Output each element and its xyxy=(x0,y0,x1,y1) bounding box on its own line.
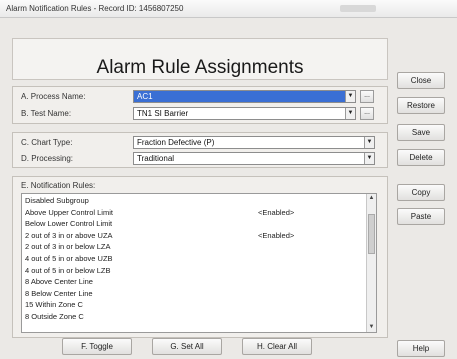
rule-list-item[interactable]: 4 out of 5 in or below LZB xyxy=(25,266,355,276)
rule-name: 8 Above Center Line xyxy=(25,277,93,287)
chevron-down-icon[interactable]: ▼ xyxy=(345,108,355,119)
scrollbar-thumb[interactable] xyxy=(368,214,375,254)
process-name-value: AC1 xyxy=(137,92,153,101)
paste-button[interactable]: Paste xyxy=(397,208,445,225)
rules-label: E. Notification Rules: xyxy=(21,181,96,190)
rules-scrollbar[interactable]: ▲ ▼ xyxy=(366,194,376,332)
rules-listbox[interactable]: Disabled Subgroup Above Upper Control Lim… xyxy=(21,193,377,333)
test-name-label: B. Test Name: xyxy=(21,109,72,118)
rule-name: 2 out of 3 in or below LZA xyxy=(25,242,111,252)
rule-list-item[interactable]: 4 out of 5 in or above UZB xyxy=(25,254,355,264)
rule-name: 4 out of 5 in or below LZB xyxy=(25,265,111,275)
chevron-down-icon[interactable]: ▼ xyxy=(364,137,374,148)
rule-name: Above Upper Control Limit xyxy=(25,207,113,217)
rule-list-item[interactable]: 8 Above Center Line xyxy=(25,277,355,287)
chevron-down-icon[interactable]: ▼ xyxy=(345,91,355,102)
rule-status: <Enabled> xyxy=(258,230,295,240)
chart-type-label: C. Chart Type: xyxy=(21,138,73,147)
process-name-label: A. Process Name: xyxy=(21,92,86,101)
test-name-ellipsis-button[interactable]: ... xyxy=(360,107,374,120)
rule-list-item[interactable]: 8 Outside Zone C xyxy=(25,312,355,322)
chart-type-value: Fraction Defective (P) xyxy=(137,138,215,147)
rule-name: 8 Outside Zone C xyxy=(25,312,84,321)
processing-dropdown[interactable]: Traditional ▼ xyxy=(133,152,375,165)
copy-button[interactable]: Copy xyxy=(397,184,445,201)
test-name-dropdown[interactable]: TN1 SI Barrier ▼ xyxy=(133,107,356,120)
rule-name: 4 out of 5 in or above UZB xyxy=(25,254,113,263)
process-name-ellipsis-button[interactable]: ... xyxy=(360,90,374,103)
page-title: Alarm Rule Assignments xyxy=(96,57,304,78)
rule-list-item[interactable]: Disabled Subgroup xyxy=(25,196,355,206)
window-title: Alarm Notification Rules - Record ID: 14… xyxy=(6,4,184,13)
rule-name: 15 Within Zone C xyxy=(25,300,83,310)
rule-name: 8 Below Center Line xyxy=(25,288,93,298)
processing-label: D. Processing: xyxy=(21,154,74,163)
rule-list-item[interactable]: 2 out of 3 in or below LZA xyxy=(25,242,355,252)
process-group: A. Process Name: AC1 ▼ ... B. Test Name:… xyxy=(12,86,388,124)
restore-button[interactable]: Restore xyxy=(397,97,445,114)
chart-group: C. Chart Type: Fraction Defective (P) ▼ … xyxy=(12,132,388,168)
arrow-down-icon[interactable]: ▼ xyxy=(367,323,376,332)
rule-list-item[interactable]: Above Upper Control Limit <Enabled> xyxy=(25,208,355,218)
titlebar-blur xyxy=(340,5,376,12)
window-body: Alarm Rule Assignments A. Process Name: … xyxy=(0,18,457,359)
rule-list-item[interactable]: Below Lower Control Limit xyxy=(25,219,355,229)
delete-button[interactable]: Delete xyxy=(397,149,445,166)
rule-status: <Enabled> xyxy=(258,207,295,217)
rule-list-item[interactable]: 2 out of 3 in or above UZA <Enabled> xyxy=(25,231,355,241)
chart-type-dropdown[interactable]: Fraction Defective (P) ▼ xyxy=(133,136,375,149)
arrow-up-icon[interactable]: ▲ xyxy=(367,194,376,203)
close-button[interactable]: Close xyxy=(397,72,445,89)
window-titlebar: Alarm Notification Rules - Record ID: 14… xyxy=(0,0,457,18)
rule-name: Below Lower Control Limit xyxy=(25,219,113,229)
rule-name: 2 out of 3 in or above UZA xyxy=(25,230,113,240)
test-name-value: TN1 SI Barrier xyxy=(137,109,189,118)
clear-all-button[interactable]: H. Clear All xyxy=(242,338,312,355)
set-all-button[interactable]: G. Set All xyxy=(152,338,222,355)
rules-group: E. Notification Rules: Disabled Subgroup… xyxy=(12,176,388,338)
rule-list-item[interactable]: 8 Below Center Line xyxy=(25,289,355,299)
help-button[interactable]: Help xyxy=(397,340,445,357)
header-panel: Alarm Rule Assignments xyxy=(12,38,388,80)
chevron-down-icon[interactable]: ▼ xyxy=(364,153,374,164)
save-button[interactable]: Save xyxy=(397,124,445,141)
processing-value: Traditional xyxy=(137,154,175,163)
rule-list-item[interactable]: 15 Within Zone C xyxy=(25,300,355,310)
toggle-button[interactable]: F. Toggle xyxy=(62,338,132,355)
rule-name: Disabled Subgroup xyxy=(25,196,89,205)
process-name-dropdown[interactable]: AC1 ▼ xyxy=(133,90,356,103)
